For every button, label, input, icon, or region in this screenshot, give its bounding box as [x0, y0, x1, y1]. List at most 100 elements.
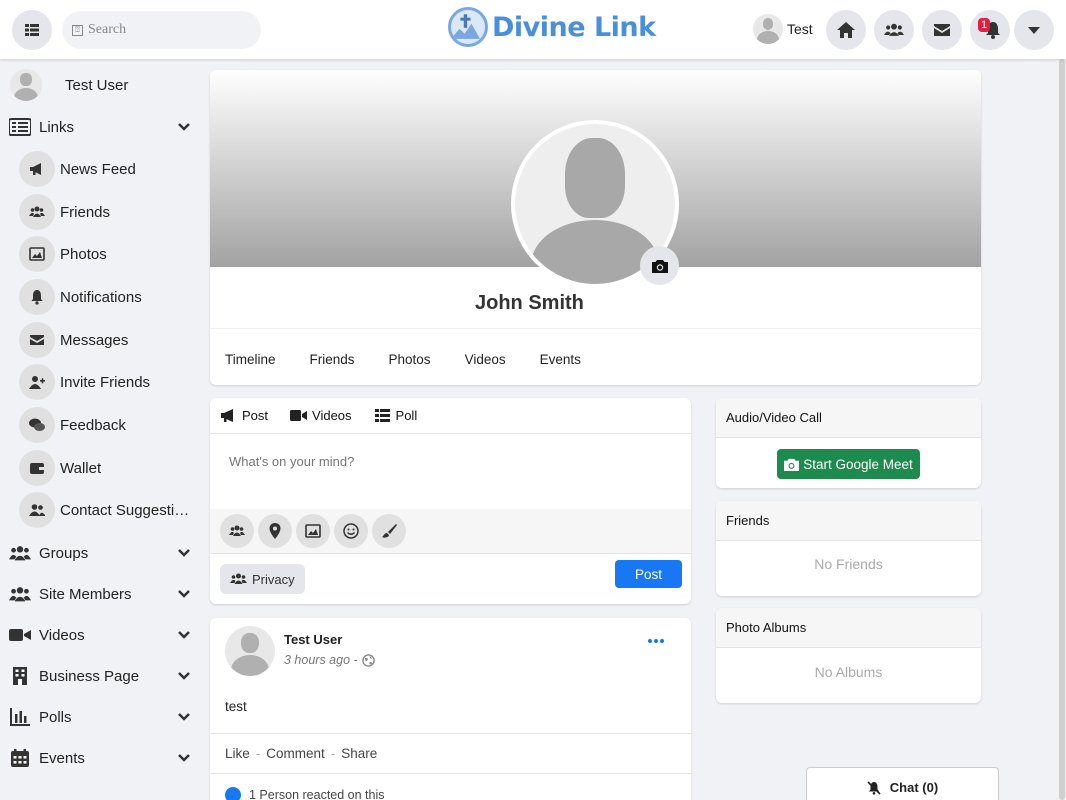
- start-google-meet-button[interactable]: Start Google Meet: [777, 449, 920, 479]
- sidebar-section-label: Videos: [39, 626, 85, 644]
- tab-videos[interactable]: Videos: [465, 352, 506, 367]
- camera-icon: [784, 458, 800, 471]
- chevron-down-icon[interactable]: [177, 751, 191, 765]
- sidebar-item-contact-suggestions[interactable]: Contact Suggestions: [19, 491, 197, 529]
- notifications-button[interactable]: 1: [970, 10, 1010, 50]
- chevron-down-icon[interactable]: [177, 587, 191, 601]
- post-button[interactable]: Post: [615, 560, 682, 588]
- tag-friends-button[interactable]: [220, 514, 254, 548]
- video-icon: [9, 626, 31, 644]
- chat-label: Chat (0): [889, 780, 939, 795]
- feed-post: Test User 3 hours ago - test Like - Comme…: [210, 618, 691, 800]
- post-options-button[interactable]: [648, 634, 664, 648]
- divider: [210, 733, 691, 734]
- tab-photos[interactable]: Photos: [389, 352, 431, 367]
- meet-label: Start Google Meet: [803, 456, 913, 472]
- tab-friends[interactable]: Friends: [310, 352, 355, 367]
- add-photo-button[interactable]: [296, 514, 330, 548]
- comments-icon: [19, 407, 55, 443]
- envelope-icon: [934, 24, 950, 36]
- chevron-down-icon[interactable]: [177, 120, 191, 134]
- brush-button[interactable]: [372, 514, 406, 548]
- friends-button[interactable]: [874, 10, 914, 50]
- composer-tab-videos[interactable]: Videos: [290, 408, 352, 423]
- sidebar-item-photos[interactable]: Photos: [19, 235, 197, 273]
- home-icon: [837, 22, 855, 38]
- sidebar-item-label: Friends: [60, 203, 111, 221]
- divider: [210, 433, 691, 434]
- composer-tab-poll[interactable]: Poll: [374, 408, 418, 423]
- sidebar-section-label: Site Members: [39, 585, 132, 603]
- sidebar-item-feedback[interactable]: Feedback: [19, 406, 197, 444]
- cross-logo-icon: [448, 7, 488, 47]
- brush-icon: [382, 524, 397, 538]
- sidebar-section-events[interactable]: Events: [9, 743, 191, 773]
- top-bar: ⍰ Divine Link Test 1: [0, 0, 1066, 59]
- sidebar-section-links[interactable]: Links: [9, 112, 191, 142]
- sidebar-section-videos[interactable]: Videos: [9, 620, 191, 650]
- image-icon: [305, 524, 321, 538]
- chevron-down-icon[interactable]: [177, 546, 191, 560]
- sidebar-section-label: Polls: [39, 708, 72, 726]
- sidebar-item-wallet[interactable]: Wallet: [19, 449, 197, 487]
- sidebar-section-site-members[interactable]: Site Members: [9, 579, 191, 609]
- privacy-button[interactable]: Privacy: [220, 564, 305, 594]
- post-timestamp: 3 hours ago -: [284, 653, 375, 667]
- composer-tab-label: Poll: [395, 408, 418, 423]
- sidebar-item-news-feed[interactable]: News Feed: [19, 150, 197, 188]
- profile-name: John Smith: [475, 292, 584, 314]
- home-button[interactable]: [826, 10, 866, 50]
- location-button[interactable]: [258, 514, 292, 548]
- sidebar-user[interactable]: Test User: [10, 69, 128, 101]
- comment-button[interactable]: Comment: [266, 746, 325, 761]
- avatar[interactable]: [225, 626, 275, 676]
- sidebar-item-notifications[interactable]: Notifications: [19, 278, 197, 316]
- share-button[interactable]: Share: [341, 746, 377, 761]
- sidebar-user-name: Test User: [65, 76, 129, 94]
- chevron-down-icon[interactable]: [177, 628, 191, 642]
- tab-timeline[interactable]: Timeline: [225, 352, 276, 367]
- albums-empty-text: No Albums: [814, 664, 883, 680]
- sidebar-section-groups[interactable]: Groups: [9, 538, 191, 568]
- sidebar-section-polls[interactable]: Polls: [9, 702, 191, 732]
- chevron-down-icon[interactable]: [177, 710, 191, 724]
- location-icon: [269, 523, 281, 539]
- sidebar-section-business-page[interactable]: Business Page: [9, 661, 191, 691]
- sidebar-item-invite-friends[interactable]: Invite Friends: [19, 363, 197, 401]
- header-user[interactable]: Test: [753, 14, 813, 44]
- tab-events[interactable]: Events: [540, 352, 581, 367]
- brand-logo[interactable]: Divine Link: [448, 7, 656, 47]
- sidebar-section-label: Groups: [39, 544, 89, 562]
- profile-tabs: Timeline Friends Photos Videos Events: [225, 352, 615, 367]
- chevron-down-icon[interactable]: [177, 669, 191, 683]
- scrollbar-thumb[interactable]: [1059, 59, 1065, 800]
- composer-tabs: Post Videos Poll: [220, 408, 439, 423]
- messages-button[interactable]: [922, 10, 962, 50]
- users-icon: [9, 585, 31, 603]
- post-time-separator: -: [353, 653, 358, 667]
- globe-icon: [361, 653, 375, 667]
- card-title: Friends: [716, 501, 981, 541]
- card-title: Audio/Video Call: [716, 398, 981, 438]
- card-title: Photo Albums: [716, 608, 981, 648]
- bullhorn-icon: [221, 409, 233, 422]
- post-reactions[interactable]: 1 Person reacted on this: [225, 787, 385, 800]
- chat-bar[interactable]: Chat (0): [806, 767, 999, 800]
- wallet-icon: [19, 450, 55, 486]
- scrollbar[interactable]: [1058, 59, 1066, 800]
- emoji-button[interactable]: [334, 514, 368, 548]
- change-photo-button[interactable]: [640, 246, 679, 285]
- sidebar-item-label: Notifications: [60, 288, 142, 306]
- avatar: [753, 14, 783, 44]
- search-input[interactable]: [88, 22, 238, 38]
- sidebar-item-friends[interactable]: Friends: [19, 193, 197, 231]
- post-author[interactable]: Test User: [284, 632, 342, 647]
- sidebar-item-messages[interactable]: Messages: [19, 321, 197, 359]
- sidebar-section-label: Links: [39, 118, 75, 136]
- search-box[interactable]: ⍰: [62, 11, 261, 49]
- post-text-input[interactable]: [229, 454, 669, 469]
- like-button[interactable]: Like: [225, 746, 250, 761]
- account-menu-button[interactable]: [1014, 10, 1054, 50]
- composer-tab-post[interactable]: Post: [220, 408, 268, 423]
- grid-menu-button[interactable]: [12, 10, 52, 50]
